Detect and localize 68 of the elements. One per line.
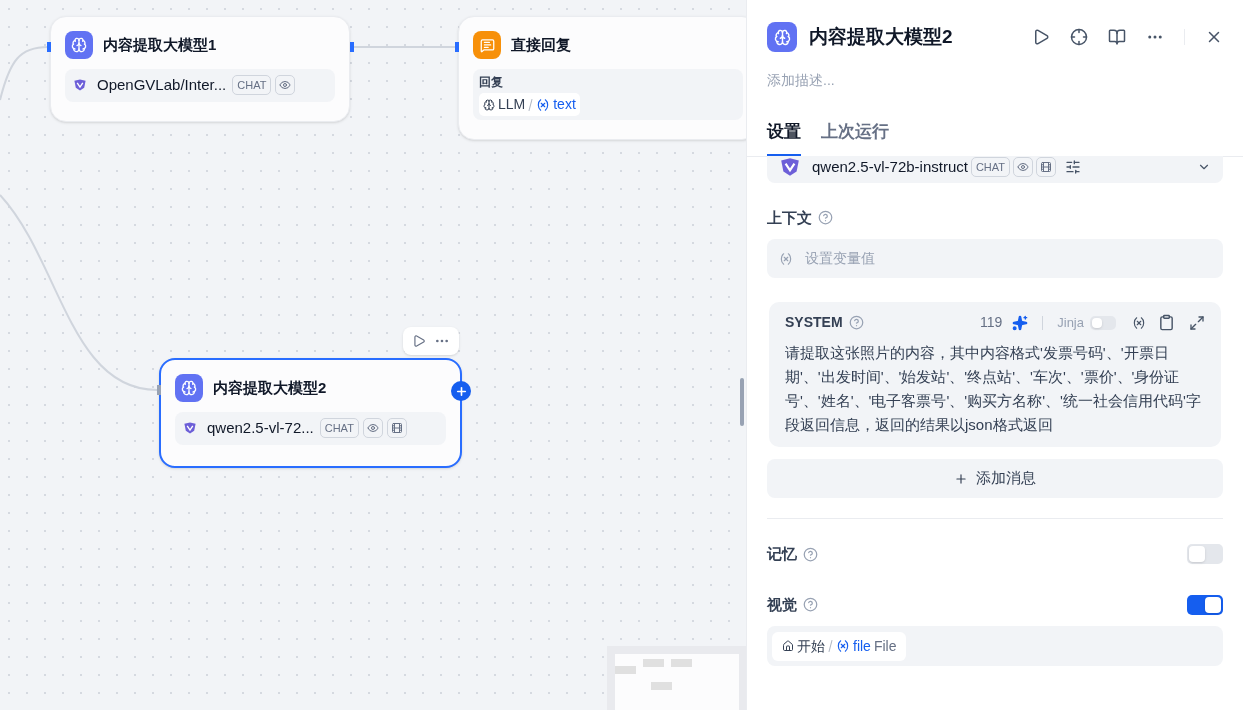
connector-line [0, 46, 49, 101]
add-node-button[interactable] [451, 381, 471, 401]
model-selector[interactable]: qwen2.5-vl-72b-instruct CHAT [767, 155, 1223, 183]
memory-toggle[interactable] [1187, 544, 1223, 565]
home-icon [782, 640, 794, 652]
variable-name: text [553, 95, 576, 114]
book-icon[interactable] [1108, 28, 1126, 46]
expand-icon[interactable] [1189, 314, 1205, 331]
field-placeholder: 设置变量值 [805, 249, 875, 268]
plus-icon [954, 471, 968, 486]
help-icon [803, 597, 818, 613]
node-ref: 开始 [797, 636, 825, 656]
variable-icon [836, 639, 850, 653]
mode-tag: CHAT [970, 157, 1011, 177]
panel-title: 内容提取大模型2 [809, 24, 954, 49]
variable-icon [536, 97, 551, 112]
vision-variable-field[interactable]: 开始 file File [767, 626, 1223, 666]
system-prompt-text[interactable]: 请提取这张照片的内容，其中内容格式'发票号码'、'开票日期'、'出发时间'、'始发站'、'终点站'、'车次'、'票价'、'身份证号'、'姓名'、'电子客票号'、'购买方名称'、'统一社会信用代码'字段返回信息，返回的结果以json格式返回 [785, 341, 1205, 437]
port-handle[interactable] [47, 42, 51, 52]
section-label: 上下文 [767, 207, 812, 228]
resize-handle[interactable] [740, 378, 744, 426]
brain-icon [483, 98, 495, 111]
vision-toggle[interactable] [1187, 594, 1223, 615]
mode-tag: CHAT [319, 418, 359, 439]
variable-type: File [873, 636, 897, 656]
model-logo-icon [183, 421, 197, 436]
node-ref: LLM [498, 95, 526, 114]
section-label: 记忆 [767, 544, 797, 564]
plus-icon [454, 384, 468, 398]
crosshair-icon[interactable] [1070, 28, 1088, 46]
node-title: 内容提取大模型2 [213, 377, 327, 398]
variable-name: file [853, 636, 871, 656]
model-name: qwen2.5-vl-72b-instruct [812, 156, 968, 177]
add-message-button[interactable]: 添加消息 [767, 459, 1223, 498]
variable-icon [1132, 315, 1146, 330]
help-icon [803, 546, 818, 562]
help-icon [818, 210, 833, 226]
llm-node[interactable]: 内容提取大模型2 qwen2.5-vl-72... CHAT [159, 358, 462, 468]
model-logo-icon [73, 78, 87, 93]
port-handle[interactable] [157, 385, 161, 395]
run-icon[interactable] [1032, 28, 1050, 46]
node-title: 内容提取大模型1 [103, 34, 217, 55]
jinja-toggle[interactable] [1090, 315, 1116, 330]
model-name: OpenGVLab/Inter... [97, 75, 227, 95]
brain-icon [175, 374, 203, 402]
node-title: 直接回复 [511, 34, 571, 55]
prompt-role: SYSTEM [785, 313, 843, 332]
port-handle[interactable] [455, 42, 459, 52]
port-handle[interactable] [350, 42, 354, 52]
brain-icon [767, 22, 797, 52]
panel-tab[interactable]: 上次运行 [821, 119, 889, 156]
sparkle-icon[interactable] [1012, 314, 1029, 331]
mode-tag: CHAT [232, 75, 272, 96]
model-name: qwen2.5-vl-72... [207, 418, 314, 438]
description-field[interactable]: 添加描述... [767, 70, 1223, 91]
token-count: 119 [979, 313, 1003, 332]
brain-icon [65, 31, 93, 59]
clipboard-icon[interactable] [1158, 314, 1175, 331]
section-label: 视觉 [767, 594, 797, 615]
jinja-label: Jinja [1057, 313, 1084, 332]
llm-node[interactable]: 内容提取大模型1 OpenGVLab/Inter... CHAT [50, 16, 350, 122]
run-icon[interactable] [412, 334, 426, 348]
field-label: 回复 [479, 74, 504, 91]
answer-node[interactable]: 直接回复 回复 LLM text [458, 16, 746, 140]
model-logo-icon [779, 156, 801, 178]
sliders-icon[interactable] [1065, 159, 1082, 175]
help-icon [848, 315, 864, 330]
variable-icon [779, 251, 793, 266]
